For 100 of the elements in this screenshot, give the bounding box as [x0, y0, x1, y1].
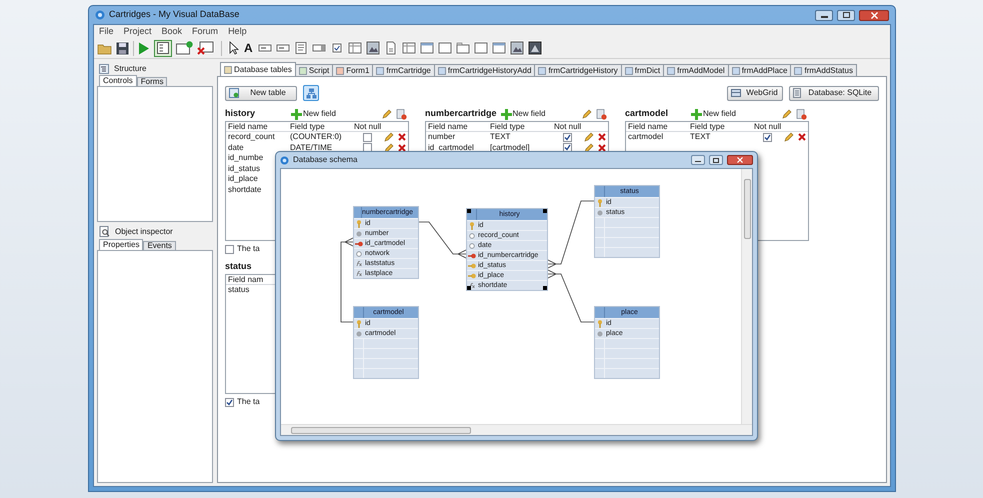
pencil-icon[interactable]: [384, 132, 394, 142]
panel-tab[interactable]: Events: [143, 241, 176, 250]
memo-icon[interactable]: [294, 41, 308, 55]
database-button[interactable]: Database: SQLite: [789, 86, 879, 100]
key-icon: [469, 222, 475, 230]
plus-icon[interactable]: [500, 108, 512, 120]
column-header: Field name: [227, 122, 269, 130]
new-table-button[interactable]: New table: [225, 86, 297, 100]
selection-handle[interactable]: [543, 286, 547, 290]
plus-icon[interactable]: [291, 108, 302, 120]
pencil-icon[interactable]: [584, 132, 594, 142]
menu-item[interactable]: Project: [124, 24, 152, 38]
panel-tab[interactable]: Controls: [99, 75, 137, 86]
tabs-icon[interactable]: [456, 41, 470, 55]
document-icon[interactable]: [384, 41, 398, 55]
column-header: Not null: [753, 122, 782, 130]
key-icon: [597, 198, 603, 206]
new-field-link[interactable]: New field: [512, 108, 546, 120]
document-tab[interactable]: frmCartridgeHistoryAdd: [434, 64, 536, 76]
run-icon[interactable]: [138, 42, 150, 54]
close-button[interactable]: [727, 155, 753, 165]
table-cell-text: [cartmodel]: [489, 144, 531, 152]
formula-icon: [469, 283, 475, 288]
table-cell-text: cartmodel: [627, 133, 664, 142]
webgrid-button[interactable]: WebGrid: [727, 86, 783, 100]
document-tab[interactable]: Database tables: [220, 62, 296, 76]
delete-table-icon[interactable]: [596, 108, 607, 120]
vertical-scrollbar[interactable]: [741, 169, 752, 424]
image-icon[interactable]: [510, 41, 524, 55]
plus-icon[interactable]: [691, 108, 702, 120]
menu-item[interactable]: Forum: [192, 24, 218, 38]
document-tab[interactable]: frmCartridgeHistory: [535, 64, 622, 76]
document-tab[interactable]: frmCartridge: [373, 64, 435, 76]
document-tab[interactable]: frmAddStatus: [791, 64, 857, 76]
document-tab[interactable]: frmDict: [622, 64, 664, 76]
panel-icon[interactable]: [438, 41, 452, 55]
column-header: Not null: [553, 122, 582, 130]
selection-handle[interactable]: [467, 209, 471, 213]
grid-icon[interactable]: [402, 41, 416, 55]
browser-icon: [731, 88, 741, 98]
checkbox[interactable]: [225, 398, 234, 406]
window-title: Cartridges - My Visual DataBase: [109, 8, 240, 22]
document-tab[interactable]: frmAddPlace: [728, 64, 792, 76]
horizontal-scrollbar[interactable]: [281, 424, 752, 435]
maximize-button[interactable]: [837, 10, 855, 20]
panel-title: Structure: [114, 62, 146, 74]
pencil-icon[interactable]: [784, 132, 794, 142]
window-title: Database schema: [293, 154, 358, 166]
app-icon: [280, 156, 289, 164]
table-cell-text: TEXT: [689, 133, 712, 142]
key-icon: [355, 240, 363, 246]
form-designer-button[interactable]: [154, 40, 172, 56]
checkbox[interactable]: [362, 132, 372, 142]
delete-table-icon[interactable]: [796, 108, 807, 120]
picture-frame-icon[interactable]: [528, 41, 542, 55]
delete-form-icon[interactable]: [197, 41, 214, 55]
database-icon: [793, 88, 801, 98]
minimize-button[interactable]: [691, 155, 705, 165]
delete-table-icon[interactable]: [396, 108, 407, 120]
document-tab[interactable]: Script: [296, 64, 334, 76]
new-field-link[interactable]: New field: [703, 108, 736, 120]
new-field-link[interactable]: New field: [303, 108, 336, 120]
schema-button[interactable]: [303, 85, 319, 101]
menu-item[interactable]: Help: [228, 24, 247, 38]
checkbox-icon[interactable]: [330, 41, 344, 55]
selection-handle[interactable]: [543, 209, 547, 213]
key-icon: [468, 272, 476, 278]
checkbox[interactable]: [562, 132, 572, 142]
panel-icon[interactable]: [474, 41, 488, 55]
minimize-button[interactable]: [815, 10, 833, 20]
save-icon[interactable]: [116, 42, 129, 54]
checkbox[interactable]: [225, 244, 234, 254]
image-icon[interactable]: [366, 41, 380, 55]
text-tool[interactable]: A: [243, 42, 254, 54]
new-form-icon[interactable]: [176, 41, 193, 55]
delete-icon[interactable]: [398, 133, 406, 142]
delete-icon[interactable]: [798, 133, 806, 142]
checkbox[interactable]: [762, 132, 772, 142]
column-header: Field type: [289, 122, 326, 130]
formula-icon: [356, 261, 362, 266]
close-icon: [870, 12, 878, 18]
document-tab[interactable]: Form1: [333, 64, 374, 76]
panel-tab[interactable]: Forms: [136, 77, 168, 86]
pencil-icon[interactable]: [582, 109, 592, 119]
close-button[interactable]: [859, 10, 889, 20]
menu-item[interactable]: File: [99, 24, 114, 38]
pointer-icon[interactable]: [229, 41, 239, 55]
pencil-icon[interactable]: [382, 109, 392, 119]
diagram-icon: [306, 88, 316, 98]
menu-item[interactable]: Book: [162, 24, 182, 38]
document-tab[interactable]: frmAddModel: [664, 64, 729, 76]
pencil-icon[interactable]: [782, 109, 792, 119]
panel-tab[interactable]: Properties: [99, 239, 144, 250]
delete-icon[interactable]: [398, 144, 406, 152]
delete-icon[interactable]: [598, 133, 606, 142]
selection-handle[interactable]: [467, 286, 471, 290]
delete-icon[interactable]: [598, 144, 606, 152]
grid-icon[interactable]: [348, 41, 362, 55]
maximize-button[interactable]: [709, 155, 723, 165]
circle-icon: [356, 250, 362, 256]
